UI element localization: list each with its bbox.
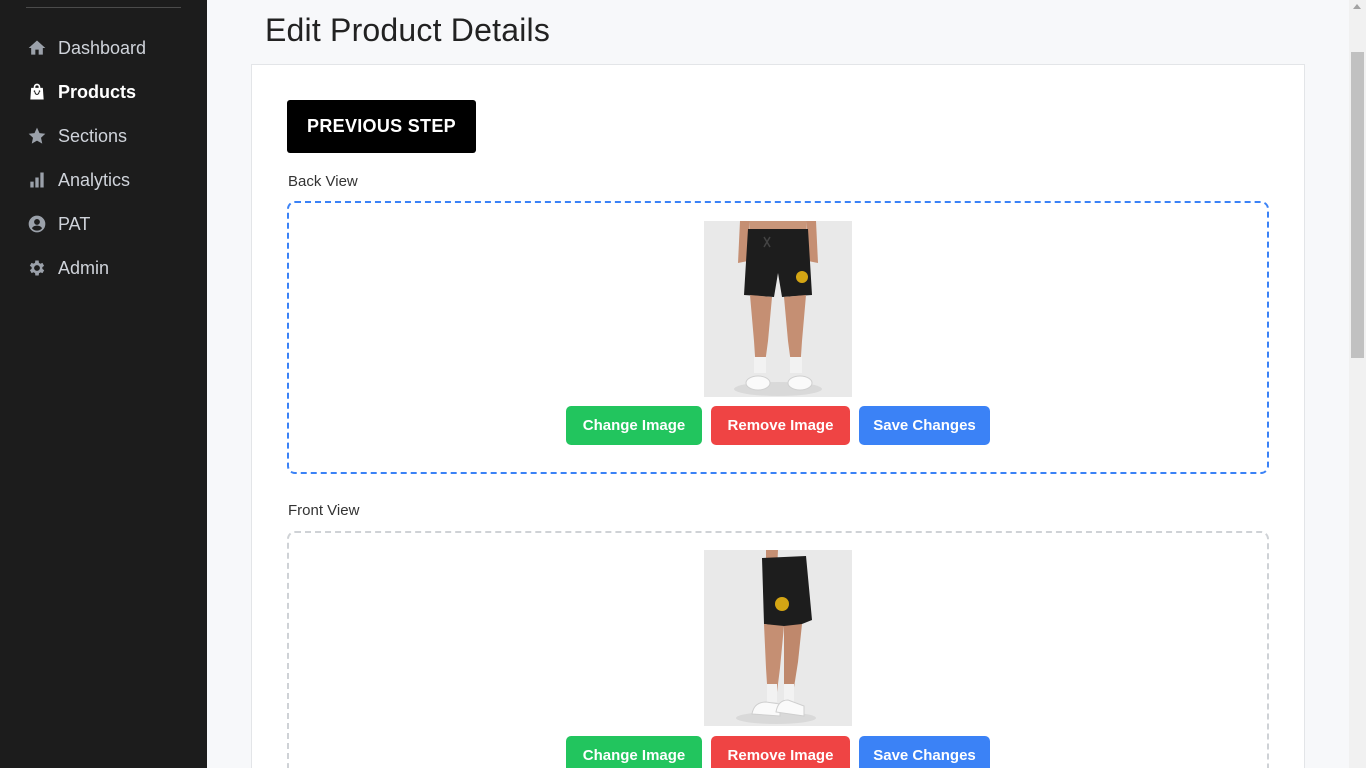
sidebar-item-analytics[interactable]: Analytics bbox=[0, 158, 207, 202]
sidebar-item-label: Dashboard bbox=[58, 37, 147, 58]
scroll-up-arrow-icon[interactable] bbox=[1353, 4, 1361, 9]
back-view-save-changes-button[interactable]: Save Changes bbox=[859, 406, 990, 445]
front-view-product-image bbox=[704, 550, 852, 726]
sidebar: Dashboard Products Sections Analytics PA… bbox=[0, 0, 207, 768]
sidebar-item-products[interactable]: Products bbox=[0, 70, 207, 114]
gear-icon bbox=[26, 257, 48, 279]
sidebar-item-label: Sections bbox=[58, 125, 128, 146]
front-view-label: Front View bbox=[288, 502, 360, 519]
sidebar-item-label: Admin bbox=[58, 257, 110, 278]
user-circle-icon bbox=[26, 213, 48, 235]
sidebar-item-label: Analytics bbox=[58, 169, 131, 190]
sidebar-item-sections[interactable]: Sections bbox=[0, 114, 207, 158]
sidebar-item-admin[interactable]: Admin bbox=[0, 246, 207, 290]
sidebar-item-pat[interactable]: PAT bbox=[0, 202, 207, 246]
sidebar-divider bbox=[26, 7, 181, 8]
sidebar-nav: Dashboard Products Sections Analytics PA… bbox=[0, 26, 207, 290]
home-icon bbox=[26, 37, 48, 59]
back-view-change-image-button[interactable]: Change Image bbox=[566, 406, 702, 445]
previous-step-button[interactable]: PREVIOUS STEP bbox=[287, 100, 476, 153]
bar-chart-icon bbox=[26, 169, 48, 191]
star-icon bbox=[26, 125, 48, 147]
front-view-save-changes-button[interactable]: Save Changes bbox=[859, 736, 990, 768]
page-title: Edit Product Details bbox=[265, 12, 551, 48]
back-view-product-image bbox=[704, 221, 852, 397]
back-view-label: Back View bbox=[288, 173, 358, 190]
sidebar-item-dashboard[interactable]: Dashboard bbox=[0, 26, 207, 70]
front-view-remove-image-button[interactable]: Remove Image bbox=[711, 736, 850, 768]
back-view-remove-image-button[interactable]: Remove Image bbox=[711, 406, 850, 445]
sidebar-item-label: Products bbox=[58, 81, 137, 102]
shopping-bag-icon bbox=[26, 81, 48, 103]
front-view-change-image-button[interactable]: Change Image bbox=[566, 736, 702, 768]
scrollbar-thumb[interactable] bbox=[1351, 52, 1364, 358]
sidebar-item-label: PAT bbox=[58, 213, 91, 234]
